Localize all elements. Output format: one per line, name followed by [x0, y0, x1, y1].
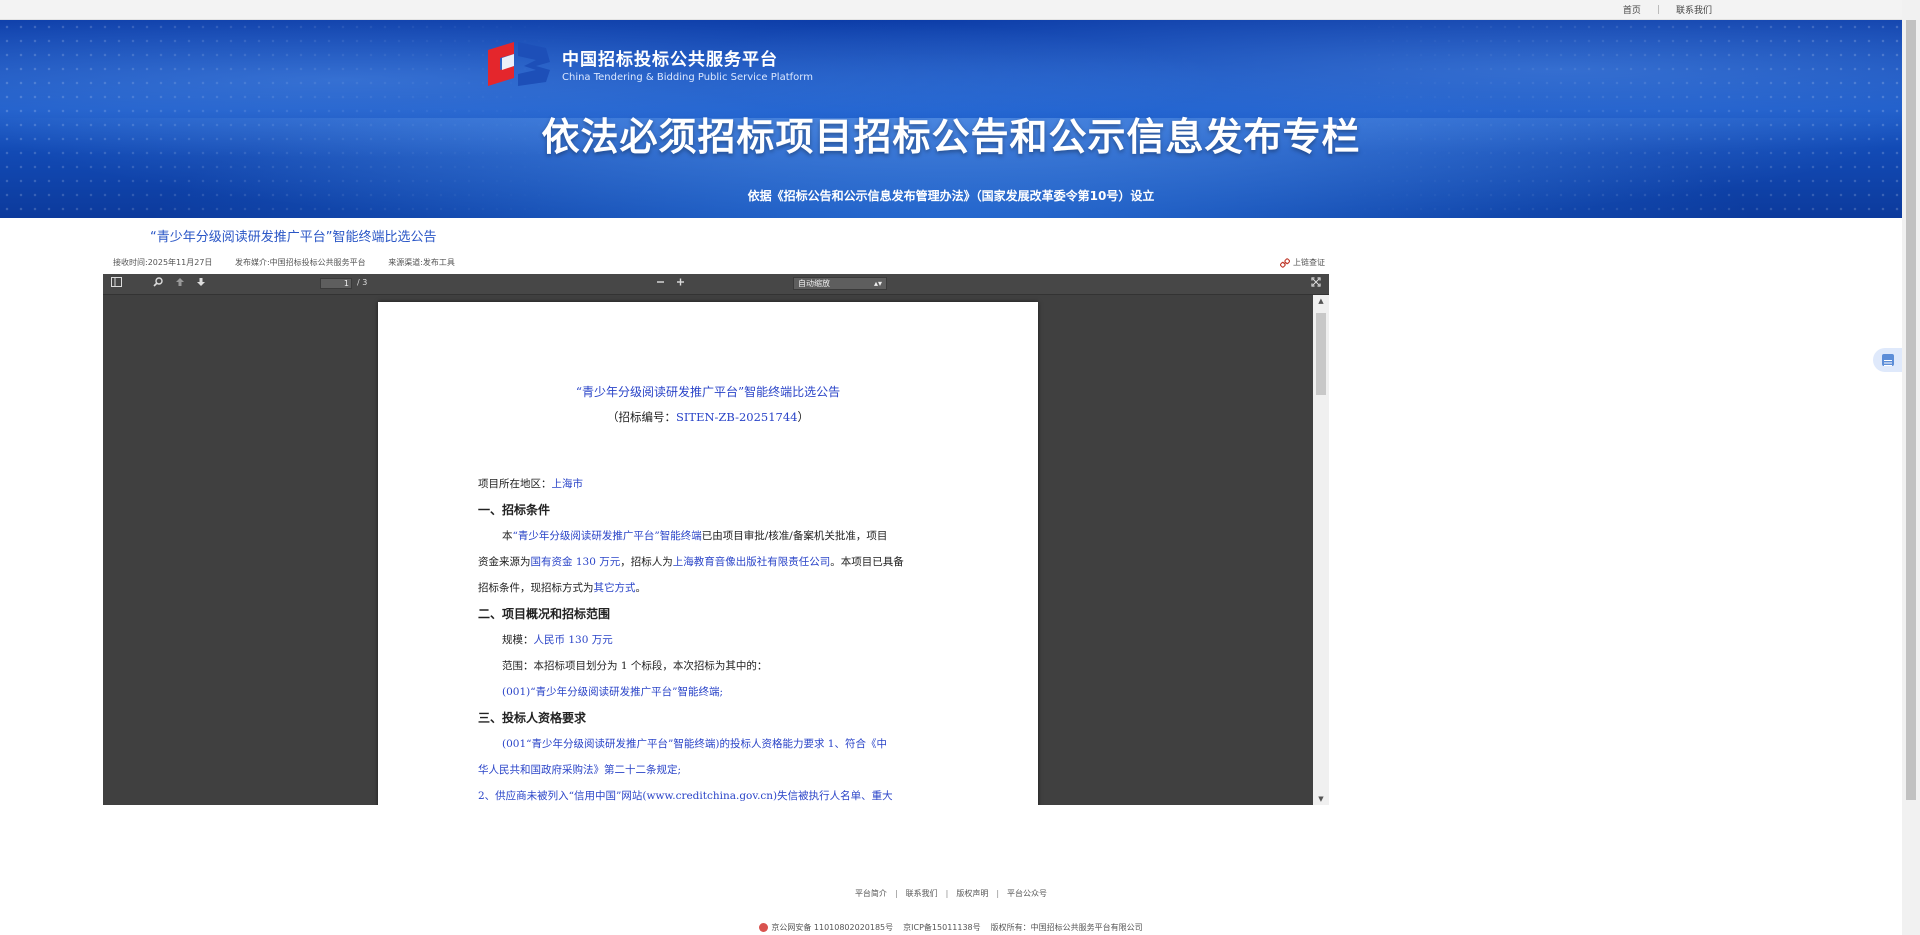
site-banner: 中国招标投标公共服务平台 China Tendering & Bidding P…	[0, 20, 1902, 218]
pdf-scrollbar-thumb[interactable]	[1316, 313, 1326, 395]
pdf-viewport[interactable]: “青少年分级阅读研发推广平台”智能终端比选公告 （招标编号：SITEN-ZB-2…	[103, 295, 1329, 805]
list-icon	[1882, 354, 1894, 366]
footer-separator: |	[945, 889, 949, 898]
top-bar: 首页 | 联系我们	[0, 0, 1902, 20]
doc-scope: 范围：本招标项目划分为 1 个标段，本次招标为其中的：	[502, 660, 768, 672]
source-channel: 来源渠道:发布工具	[388, 258, 455, 267]
police-record[interactable]: 京公网安备 11010802020185号	[771, 923, 893, 932]
footer-link-wechat[interactable]: 平台公众号	[1007, 889, 1047, 898]
p1b-mid: ，招标人为	[620, 556, 673, 568]
p1b-pre: 资金来源为	[478, 556, 531, 568]
p1b-funds: 国有资金 130 万元	[530, 556, 621, 568]
zoom-select-value: 自动缩放	[798, 279, 830, 288]
doc-qualification-2: 华人民共和国政府采购法》第二十二条规定;	[478, 764, 682, 776]
top-links: 首页 | 联系我们	[1623, 3, 1712, 17]
previous-page-icon[interactable]	[175, 277, 185, 291]
p1a-project: “青少年分级阅读研发推广平台”智能终端	[512, 530, 702, 542]
home-link[interactable]: 首页	[1623, 3, 1641, 16]
footer-link-about[interactable]: 平台简介	[855, 889, 887, 898]
doc-paragraph-1c: 招标条件，现招标方式为其它方式。	[478, 580, 646, 595]
doc-location: 项目所在地区：上海市	[478, 476, 583, 491]
scale-value: 人民币 130 万元	[533, 634, 613, 646]
doc-qualification-1: (001“青少年分级阅读研发推广平台”智能终端)的投标人资格能力要求 1、符合《…	[502, 738, 887, 750]
notice-meta: 接收时间:2025年11月27日 发布媒介:中国招标投标公共服务平台 来源渠道:…	[113, 257, 1325, 271]
doc-tender-number: （招标编号：SITEN-ZB-20251744）	[378, 409, 1038, 425]
page-total: / 3	[357, 278, 368, 287]
tender-number-prefix: （招标编号：	[606, 410, 676, 424]
scroll-up-icon[interactable]: ▲	[1313, 297, 1329, 305]
scroll-down-icon[interactable]: ▼	[1313, 795, 1329, 803]
banner-note: 依据《招标公告和公示信息发布管理办法》（国家发展改革委令第10号）设立	[747, 189, 1155, 203]
p1a-pre: 本	[502, 530, 513, 542]
link-icon	[1280, 257, 1290, 268]
p1c-method: 其它方式	[593, 582, 636, 594]
pdf-page-1: “青少年分级阅读研发推广平台”智能终端比选公告 （招标编号：SITEN-ZB-2…	[378, 302, 1038, 805]
p1a-post: 已由项目审批/核准/备案机关批准，项目	[701, 530, 888, 542]
banner-title: 依法必须招标项目招标公告和公示信息发布专栏	[541, 115, 1361, 159]
doc-section-1: 一、招标条件	[478, 503, 551, 517]
cebpubservice-logo-icon	[488, 42, 550, 86]
doc-section-2: 二、项目概况和招标范围	[478, 607, 611, 621]
p1b-post: 。本项目已具备	[830, 556, 904, 568]
chain-verify-label: 上链查证	[1293, 258, 1325, 267]
doc-paragraph-1b: 资金来源为国有资金 130 万元，招标人为上海教育音像出版社有限责任公司。本项目…	[478, 554, 904, 569]
logo-title: 中国招标投标公共服务平台	[562, 50, 778, 70]
contact-link[interactable]: 联系我们	[1676, 3, 1712, 16]
page-number-input[interactable]: 1	[320, 278, 352, 289]
doc-lot: (001)“青少年分级阅读研发推广平台”智能终端;	[502, 686, 724, 698]
page-scrollbar-thumb[interactable]	[1906, 20, 1916, 800]
doc-qualification-3: 2、供应商未被列入“信用中国”网站(www.creditchina.gov.cn…	[478, 790, 893, 802]
p1b-tenderer: 上海教育音像出版社有限责任公司	[672, 556, 831, 568]
logo-subtitle: China Tendering & Bidding Public Service…	[562, 72, 813, 83]
page-scrollbar[interactable]	[1902, 0, 1920, 935]
pdf-scrollbar[interactable]: ▲ ▼	[1313, 295, 1329, 805]
footer-separator: |	[996, 889, 1000, 898]
doc-title: “青少年分级阅读研发推广平台”智能终端比选公告	[575, 385, 841, 399]
p1c-pre: 招标条件，现招标方式为	[478, 582, 594, 594]
footer-separator: |	[894, 889, 898, 898]
tender-number-suffix: ）	[797, 410, 810, 424]
received-time: 接收时间:2025年11月27日	[113, 258, 213, 267]
tender-number: SITEN-ZB-20251744	[675, 410, 798, 424]
location-value: 上海市	[551, 478, 584, 490]
publish-media: 发布媒介:中国招标投标公共服务平台	[234, 258, 366, 267]
notice-title: “青少年分级阅读研发推广平台”智能终端比选公告	[150, 230, 437, 245]
footer-copyright: 京公网安备 11010802020185号 京ICP备15011138号 版权所有：…	[0, 922, 1902, 933]
footer-links: 平台简介 | 联系我们 | 版权声明 | 平台公众号	[0, 888, 1902, 899]
chevron-down-icon: ▴▾	[873, 279, 882, 288]
chain-verify-link[interactable]: 上链查证	[1280, 257, 1325, 268]
search-icon[interactable]	[153, 277, 163, 291]
fullscreen-icon[interactable]	[1311, 277, 1321, 291]
doc-section-3: 三、投标人资格要求	[478, 711, 587, 725]
doc-scale: 规模：人民币 130 万元	[502, 632, 613, 647]
footer-link-contact[interactable]: 联系我们	[906, 889, 938, 898]
scale-label: 规模：	[502, 634, 534, 646]
sidebar-toggle-icon[interactable]	[111, 277, 122, 291]
pdf-toolbar: 1 / 3 自动缩放 ▴▾	[103, 274, 1329, 295]
footer-link-copyright[interactable]: 版权声明	[956, 889, 988, 898]
copyright-owner: 版权所有：中国招标公共服务平台有限公司	[990, 923, 1143, 932]
zoom-in-icon[interactable]	[676, 277, 685, 291]
p1c-post: 。	[635, 582, 647, 594]
zoom-out-icon[interactable]	[656, 277, 665, 291]
police-badge-icon	[759, 923, 769, 932]
next-page-icon[interactable]	[196, 277, 206, 291]
location-label: 项目所在地区：	[478, 478, 552, 490]
zoom-select[interactable]: 自动缩放 ▴▾	[793, 277, 887, 290]
site-logo[interactable]: 中国招标投标公共服务平台 China Tendering & Bidding P…	[484, 40, 813, 88]
top-link-separator: |	[1656, 4, 1660, 15]
icp-record[interactable]: 京ICP备15011138号	[903, 923, 981, 932]
doc-paragraph-1a: 本“青少年分级阅读研发推广平台”智能终端已由项目审批/核准/备案机关批准，项目	[502, 528, 887, 543]
floating-side-button[interactable]	[1873, 348, 1902, 372]
